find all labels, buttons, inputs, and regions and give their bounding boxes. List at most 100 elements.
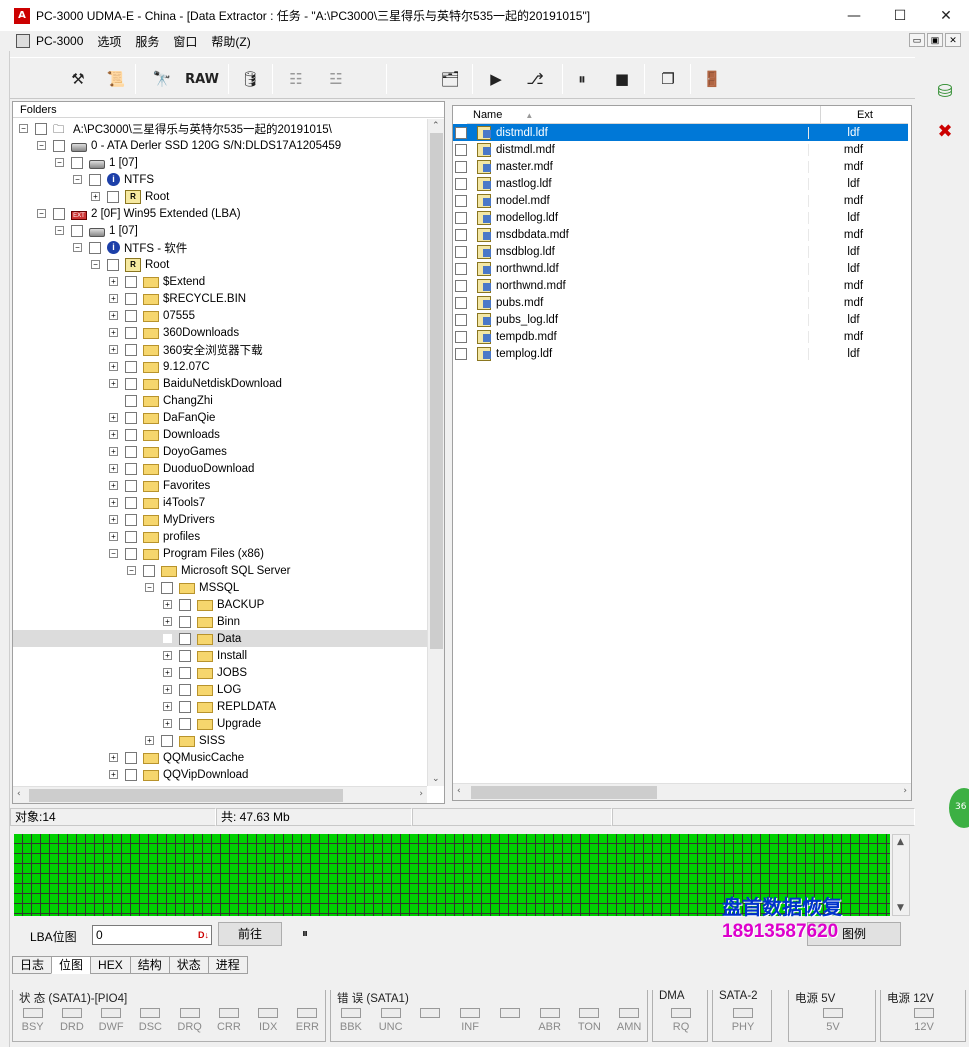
scroll-left-icon[interactable]: ‹ <box>457 786 461 796</box>
file-horizontal-scrollbar[interactable]: ‹ › <box>453 783 911 800</box>
scroll-icon[interactable]: 📜 <box>104 66 128 92</box>
tree-row[interactable]: + DuoduoDownload <box>13 460 427 477</box>
tree-checkbox[interactable] <box>125 513 137 526</box>
expand-icon[interactable]: + <box>109 345 118 354</box>
collapse-icon[interactable]: − <box>37 209 46 218</box>
file-row[interactable]: modellog.ldf ldf <box>453 209 909 226</box>
tab-5[interactable]: 进程 <box>207 956 248 974</box>
file-checkbox[interactable] <box>455 330 467 343</box>
expand-icon[interactable]: + <box>109 430 118 439</box>
file-row[interactable]: master.mdf mdf <box>453 158 909 175</box>
expand-icon[interactable]: + <box>109 277 118 286</box>
tree-row[interactable]: + $Extend <box>13 273 427 290</box>
tree-row[interactable]: +360安全浏览器下载 <box>13 341 427 358</box>
tree-checkbox[interactable] <box>125 275 137 288</box>
tree-checkbox[interactable] <box>125 377 137 390</box>
tree-checkbox[interactable] <box>125 326 137 339</box>
mdi-minimize-button[interactable]: ▭ <box>909 33 925 47</box>
tab-2[interactable]: HEX <box>90 956 131 974</box>
file-row[interactable]: northwnd.mdf mdf <box>453 277 909 294</box>
tree-checkbox[interactable] <box>89 173 101 186</box>
expand-icon[interactable]: + <box>91 192 100 201</box>
file-row[interactable]: distmdl.mdf mdf <box>453 141 909 158</box>
menu-pc3000[interactable]: PC-3000 <box>36 34 83 48</box>
file-checkbox[interactable] <box>455 262 467 275</box>
file-checkbox[interactable] <box>455 194 467 207</box>
menu-service[interactable]: 服务 <box>135 33 159 50</box>
tree-row[interactable]: − 0 - ATA Derler SSD 120G S/N:DLDS17A1205… <box>13 137 427 154</box>
file-checkbox[interactable] <box>455 228 467 241</box>
lba-input[interactable]: 0 D↓ <box>92 925 212 945</box>
hscroll-thumb[interactable] <box>471 786 657 799</box>
column-header-ext[interactable]: Ext <box>821 106 910 124</box>
tree-checkbox[interactable] <box>125 394 137 407</box>
tree-checkbox[interactable] <box>53 139 65 152</box>
tree-checkbox[interactable] <box>125 462 137 475</box>
tree-row[interactable]: − R Root <box>13 256 427 273</box>
file-row[interactable]: templog.ldf ldf <box>453 345 909 362</box>
windows-icon[interactable]: ❐ <box>656 66 680 92</box>
tree-row[interactable]: − Program Files (x86) <box>13 545 427 562</box>
tree-row[interactable]: + BACKUP <box>13 596 427 613</box>
tree-row[interactable]: ChangZhi <box>13 392 427 409</box>
tree-row[interactable]: + QQVipDownload <box>13 766 427 783</box>
tree-checkbox[interactable] <box>125 445 137 458</box>
tree-checkbox[interactable] <box>125 343 137 356</box>
tree-checkbox[interactable] <box>125 530 137 543</box>
play-icon[interactable]: ▶ <box>484 66 508 92</box>
expand-icon[interactable]: + <box>109 311 118 320</box>
file-row[interactable]: tempdb.mdf mdf <box>453 328 909 345</box>
tree-checkbox[interactable] <box>125 309 137 322</box>
file-checkbox[interactable] <box>455 177 467 190</box>
tree-checkbox[interactable] <box>179 632 191 645</box>
tab-4[interactable]: 状态 <box>168 956 209 974</box>
file-checkbox[interactable] <box>455 143 467 156</box>
stop-icon[interactable]: ■ <box>610 66 634 92</box>
expand-icon[interactable]: + <box>163 702 172 711</box>
tree-checkbox[interactable] <box>161 734 173 747</box>
tree-row[interactable]: +07555 <box>13 307 427 324</box>
tree-row[interactable]: + i4Tools7 <box>13 494 427 511</box>
tree-checkbox[interactable] <box>125 768 137 781</box>
file-checkbox[interactable] <box>455 160 467 173</box>
tree-row[interactable]: + LOG <box>13 681 427 698</box>
collapse-icon[interactable]: − <box>127 566 136 575</box>
tree-checkbox[interactable] <box>179 700 191 713</box>
tree-checkbox[interactable] <box>125 428 137 441</box>
tree-row[interactable]: + Upgrade <box>13 715 427 732</box>
collapse-icon[interactable]: − <box>91 260 100 269</box>
tree-row[interactable]: +360Downloads <box>13 324 427 341</box>
expand-icon[interactable]: + <box>163 719 172 728</box>
column-header-name[interactable]: Name ▲ <box>467 106 821 124</box>
tree-checkbox[interactable] <box>179 615 191 628</box>
tree-row[interactable]: − EXT 2 [0F] Win95 Extended (LBA) <box>13 205 427 222</box>
file-checkbox[interactable] <box>455 126 467 139</box>
menu-window[interactable]: 窗口 <box>173 33 197 50</box>
tree-row[interactable]: + REPLDATA <box>13 698 427 715</box>
expand-icon[interactable]: + <box>109 481 118 490</box>
tree-checkbox[interactable] <box>35 122 47 135</box>
file-checkbox[interactable] <box>455 347 467 360</box>
tree-expand-icon[interactable]: ☷ <box>282 66 310 92</box>
close-button[interactable]: ✕ <box>923 0 969 31</box>
expand-icon[interactable]: + <box>109 379 118 388</box>
tree-row[interactable]: − MSSQL <box>13 579 427 596</box>
tree-row[interactable]: − 1 [07] <box>13 222 427 239</box>
file-checkbox[interactable] <box>455 279 467 292</box>
tree-horizontal-scrollbar[interactable]: ‹ › <box>13 786 427 803</box>
scroll-down-icon[interactable]: ▼ <box>897 903 904 913</box>
file-row[interactable]: msdbdata.mdf mdf <box>453 226 909 243</box>
tree-checkbox[interactable] <box>71 156 83 169</box>
file-checkbox[interactable] <box>455 296 467 309</box>
file-row[interactable]: distmdl.ldf ldf <box>453 124 909 141</box>
bitmap-scrollbar[interactable]: ▲ ▼ <box>892 834 910 916</box>
scroll-down-icon[interactable]: ⌄ <box>432 774 440 784</box>
tree-checkbox[interactable] <box>125 292 137 305</box>
tree-row[interactable]: +9.12.07C <box>13 358 427 375</box>
collapse-icon[interactable]: − <box>55 158 64 167</box>
tree-checkbox[interactable] <box>179 717 191 730</box>
tree-row[interactable]: − i NTFS <box>13 171 427 188</box>
expand-icon[interactable]: + <box>109 464 118 473</box>
tree-checkbox[interactable] <box>125 496 137 509</box>
tree-checkbox[interactable] <box>107 258 119 271</box>
